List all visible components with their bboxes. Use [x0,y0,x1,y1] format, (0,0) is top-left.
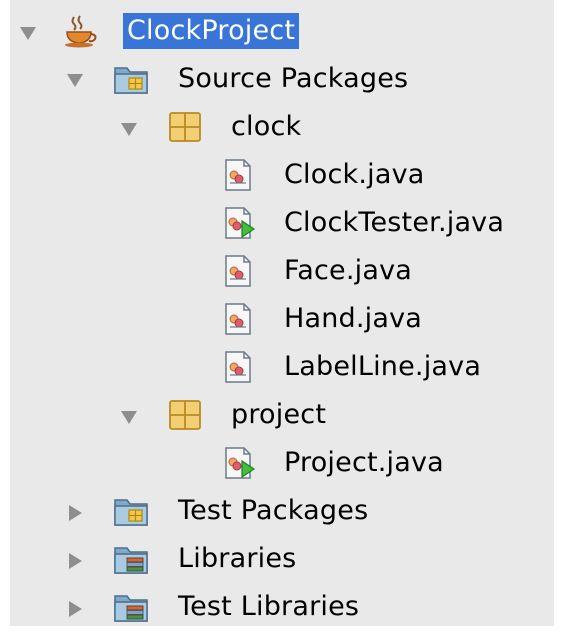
triangle-down-icon [67,73,83,87]
library-folder-icon [114,547,148,574]
expand-toggle-project[interactable] [121,409,137,425]
tree-node-file-clock-java[interactable]: Clock.java [284,157,425,193]
tree-node-package-project[interactable]: project [231,397,326,433]
library-folder-icon [114,595,148,622]
tree-node-file-hand-java[interactable]: Hand.java [284,301,422,337]
expand-toggle-test-libraries[interactable] [67,601,83,617]
tree-node-test-libraries[interactable]: Test Libraries [178,589,359,625]
expand-toggle-source-packages[interactable] [67,72,83,88]
tree-node-file-face-java[interactable]: Face.java [284,253,412,289]
tree-node-package-clock[interactable]: clock [231,109,301,145]
java-file-icon [225,159,251,191]
tree-node-test-packages[interactable]: Test Packages [178,493,368,529]
tree-node-clockproject[interactable]: ClockProject [123,13,300,49]
triangle-down-icon [121,410,137,424]
tree-node-file-labelline-java[interactable]: LabelLine.java [284,349,481,385]
expand-toggle-clockproject[interactable] [20,25,36,41]
triangle-right-icon [68,601,82,617]
expand-toggle-libraries[interactable] [67,553,83,569]
tree-node-file-project-java[interactable]: Project.java [284,445,444,481]
triangle-right-icon [68,553,82,569]
tree-node-libraries[interactable]: Libraries [178,541,296,577]
coffee-cup-icon [65,15,97,48]
tree-node-source-packages[interactable]: Source Packages [178,61,408,97]
tree-node-file-clocktester-java[interactable]: ClockTester.java [284,205,504,241]
expand-toggle-clock[interactable] [121,121,137,137]
java-main-file-icon [225,207,256,239]
package-icon [169,400,201,430]
triangle-down-icon [20,26,36,40]
java-main-file-icon [225,447,256,479]
expand-toggle-test-packages[interactable] [67,505,83,521]
java-file-icon [225,351,251,383]
java-file-icon [225,255,251,287]
triangle-right-icon [68,505,82,521]
java-file-icon [225,303,251,335]
test-folder-icon [114,499,148,526]
project-tree: ClockProject Source Packages clock Clock… [10,0,554,626]
source-folder-icon [114,67,148,94]
package-icon [169,112,201,142]
triangle-down-icon [121,122,137,136]
